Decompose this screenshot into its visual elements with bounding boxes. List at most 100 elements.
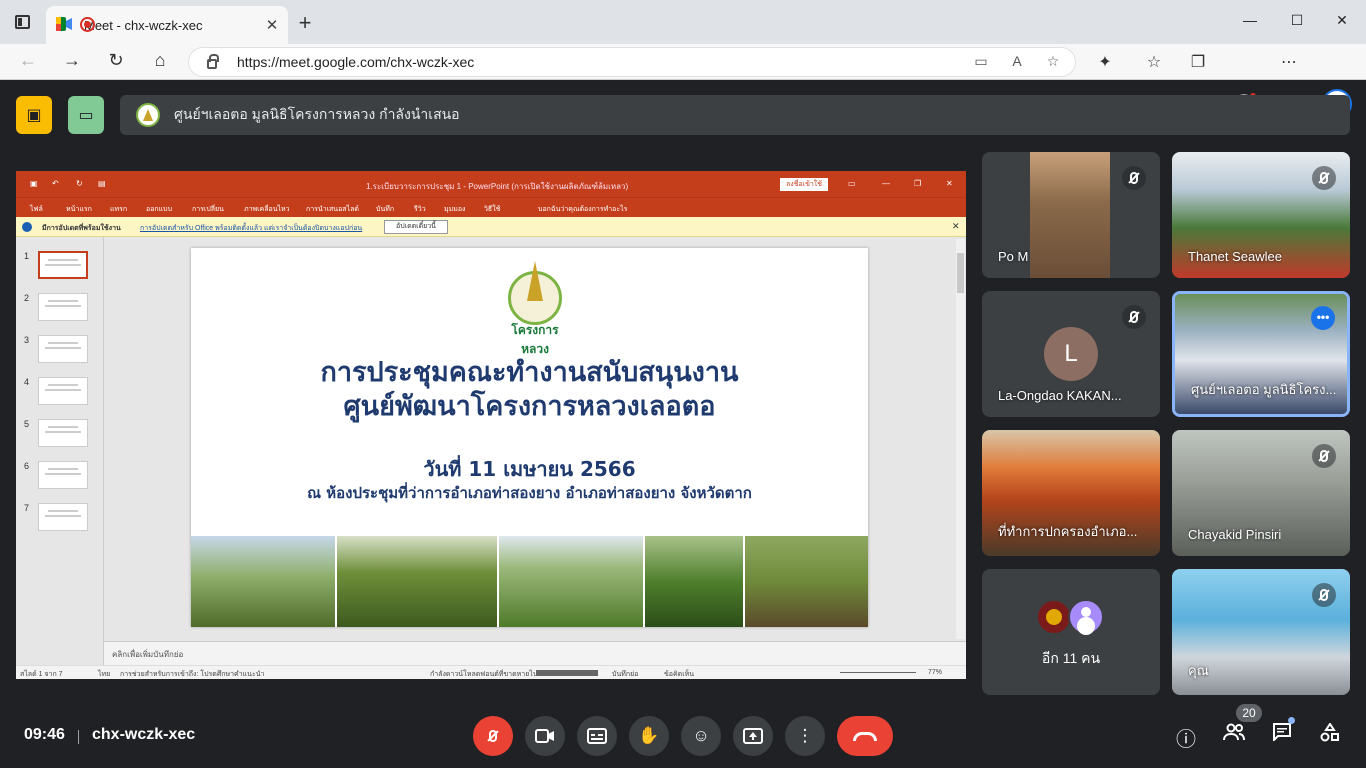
raise-hand-button[interactable]: ✋ [629,716,669,756]
more-vert-icon: ⋮ [796,726,814,745]
ribbon-tab: มุมมอง [444,206,466,213]
hand-icon: ✋ [638,726,660,745]
ribbon-tell-me: บอกฉันว่าคุณต้องการทำอะไร [538,206,628,213]
emblem-label: โครงการหลวง [511,323,559,356]
participant-tile[interactable]: ที่ทำการปกครองอำเภอ... [982,430,1160,556]
slide-thumbnail [38,335,88,363]
download-progress [536,670,598,676]
tab-actions-icon[interactable] [15,15,30,29]
settings-more-icon[interactable]: ⋯ [1278,52,1300,72]
update-message: การอัปเดตสำหรับ Office พร้อมติดตั้งแล้ว … [140,225,363,232]
mic-toggle-button[interactable] [473,716,513,756]
captions-button[interactable] [577,716,617,756]
minimize-icon[interactable]: — [1238,12,1262,28]
stop-presenting-icon[interactable]: ▣ [16,96,52,134]
redo-icon: ↻ [76,179,83,188]
favorites-icon[interactable]: ☆ [1143,52,1165,72]
favorite-add-icon[interactable]: ☆ [1043,53,1063,70]
participant-name: ศูนย์ฯเลอตอ มูลนิธิโครง... [1191,382,1337,397]
ppt-title-bar: ▣ ↶ ↻ ▤ 1.ระเบียบวาระการประชุม 1 - Power… [16,171,966,197]
maximize-icon[interactable]: ☐ [1285,12,1309,29]
slide-title: การประชุมคณะทำงานสนับสนุนงาน ศูนย์พัฒนาโ… [191,356,868,424]
save-icon: ▣ [30,179,38,188]
meeting-code: chx-wczk-xec [92,726,196,743]
slide-photo [191,536,337,627]
update-close-icon: ✕ [952,221,960,231]
more-options-button[interactable]: ⋮ [785,716,825,756]
undo-icon: ↶ [52,179,59,188]
participant-tile[interactable]: Po M [982,152,1160,278]
back-icon[interactable]: ← [16,50,40,71]
present-icon [743,728,763,744]
participant-tile[interactable]: Chayakid Pinsiri [1172,430,1350,556]
slide-title-line2: ศูนย์พัฒนาโครงการหลวงเลอตอ [343,391,716,422]
companion-mode-icon[interactable]: ▭ [68,96,104,134]
chat-notification-dot [1288,717,1295,724]
participant-tile[interactable]: Thanet Seawlee [1172,152,1350,278]
participant-name: คุณ [1188,663,1209,678]
read-aloud-icon[interactable]: A [1007,53,1027,69]
ribbon-tab: การนำเสนอสไลด์ [306,206,359,213]
update-title: มีการอัปเดตที่พร้อมใช้งาน [42,225,121,232]
collections-icon[interactable]: ❐ [1187,52,1209,72]
camera-permission-icon[interactable]: ▭ [971,53,991,70]
slide-number: 4 [24,377,30,387]
lock-icon[interactable] [207,54,219,69]
emoji-icon: ☺ [692,726,710,745]
home-icon[interactable]: ⌂ [148,50,172,71]
tab-title: Meet - chx-wczk-xec [84,17,203,33]
slide-thumbnail-pane: 1 2 3 4 5 6 7 [16,237,104,667]
presenting-banner: ศูนย์ฯเลอตอ มูลนิธิโครงการหลวง กำลังนำเส… [120,95,1350,135]
ribbon-tab: ภาพเคลื่อนไหว [244,206,290,213]
slide-photo [645,536,745,627]
camera-toggle-button[interactable] [525,716,565,756]
browser-address-bar: ← → ↻ ⌂ https://meet.google.com/chx-wczk… [0,44,1366,119]
participant-tile-active[interactable]: ••• ศูนย์ฯเลอตอ มูลนิธิโครง... [1172,291,1350,417]
ppt-scrollbar [956,239,965,639]
ribbon-tab: วิธีใช้ [484,206,501,213]
participant-name: Chayakid Pinsiri [1188,527,1282,542]
extensions-icon[interactable]: ✦ [1094,52,1116,72]
recording-indicator-icon [80,17,95,32]
slide-number: 7 [24,503,30,513]
ppt-status-bar: สไลด์ 1 จาก 7 ไทย การช่วยสำหรับการเข้าถึ… [16,665,966,679]
info-icon [22,222,32,232]
self-tile[interactable]: คุณ [1172,569,1350,695]
ribbon-tab: หน้าแรก [66,206,92,213]
participant-tile[interactable]: L La-Ongdao KAKAN... [982,291,1160,417]
ppt-signin-button: ลงชื่อเข้าใช้ [780,178,828,191]
meeting-details-icon[interactable]: ⓘ [1173,723,1199,752]
ribbon-display-icon: ▭ [848,179,856,188]
slide-thumbnail [38,503,88,531]
present-now-button[interactable] [733,716,773,756]
participant-name: Po M [998,249,1029,264]
people-icon[interactable] [1221,723,1247,747]
tab-close-icon[interactable]: ✕ [264,16,280,34]
chat-icon[interactable] [1269,723,1295,747]
muted-mic-icon [1122,305,1146,329]
captions-icon [587,728,607,744]
slide-thumbnail [38,377,88,405]
ribbon-tab: รีวิว [414,206,426,213]
royal-project-emblem: โครงการหลวง [502,261,568,356]
window-close-icon[interactable]: ✕ [1330,12,1354,29]
ppt-ribbon: ไฟล์ หน้าแรก แทรก ออกแบบ การเปลี่ยน ภาพเ… [16,197,966,217]
url-field[interactable]: https://meet.google.com/chx-wczk-xec ▭ A… [188,47,1076,77]
ppt-minimize-icon: — [882,179,890,188]
forward-icon[interactable]: → [60,50,84,71]
slide-thumbnail [38,293,88,321]
participant-avatar: L [1044,327,1098,381]
slide-thumbnail [38,461,88,489]
more-participants-tile[interactable]: อีก 11 คน [982,569,1160,695]
status-notes: บันทึกย่อ [612,671,639,678]
refresh-icon[interactable]: ↻ [104,50,128,71]
zoom-slider [840,672,916,673]
slide-number: 1 [24,251,30,261]
browser-tab-meet[interactable]: Meet - chx-wczk-xec ✕ [46,6,288,44]
more-options-icon[interactable]: ••• [1311,306,1335,330]
activities-icon[interactable] [1317,722,1343,749]
new-tab-icon[interactable]: + [294,10,316,36]
muted-mic-icon [1312,166,1336,190]
reactions-button[interactable]: ☺ [681,716,721,756]
leave-call-button[interactable] [837,716,893,756]
